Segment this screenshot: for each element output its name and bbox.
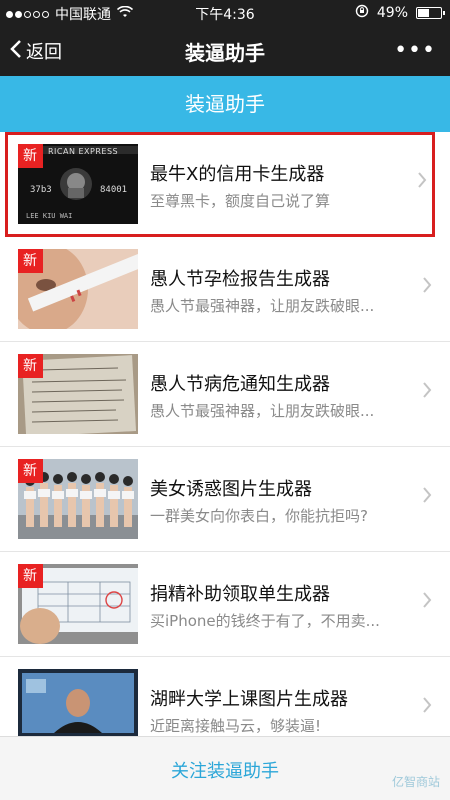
list-item-pregnancy-report[interactable]: 新 愚人节孕检报告生成器 愚人节最强神器，让朋友跌破眼... bbox=[0, 237, 450, 342]
item-title: 捐精补助领取单生成器 bbox=[150, 584, 330, 605]
chevron-right-icon bbox=[417, 170, 427, 195]
svg-text:37b3: 37b3 bbox=[30, 185, 52, 195]
nav-bar: 返回 装逼助手 ••• bbox=[0, 24, 450, 76]
chevron-right-icon bbox=[422, 695, 432, 720]
svg-text:84001: 84001 bbox=[100, 185, 127, 195]
medical-notice-thumbnail: 新 bbox=[18, 354, 138, 434]
item-subtitle: 买iPhone的钱终于有了，不用卖... bbox=[150, 612, 380, 630]
new-badge: 新 bbox=[18, 459, 43, 483]
battery-icon bbox=[416, 7, 445, 19]
follow-account-button[interactable]: 关注装逼助手 bbox=[0, 757, 450, 783]
status-bar: 中国联通 下午4:36 49% bbox=[0, 0, 450, 24]
chevron-right-icon bbox=[422, 590, 432, 615]
item-title: 湖畔大学上课图片生成器 bbox=[150, 689, 348, 710]
item-title: 美女诱惑图片生成器 bbox=[150, 479, 312, 500]
credit-card-thumbnail: 37b3 84001 LEE KIU WAI RICAN EXPRESS 新 bbox=[18, 144, 138, 224]
chevron-right-icon bbox=[422, 380, 432, 405]
card-brand-text: RICAN EXPRESS bbox=[48, 147, 119, 156]
item-subtitle: 近距离接触马云，够装逼! bbox=[150, 717, 322, 735]
receipt-thumbnail: 新 bbox=[18, 564, 138, 644]
more-button[interactable]: ••• bbox=[394, 38, 436, 63]
item-title: 愚人节病危通知生成器 bbox=[150, 374, 330, 395]
pregnancy-test-thumbnail: 新 bbox=[18, 249, 138, 329]
generator-list: 37b3 84001 LEE KIU WAI RICAN EXPRESS 新 最… bbox=[0, 132, 450, 762]
list-item-critical-notice[interactable]: 新 愚人节病危通知生成器 愚人节最强神器，让朋友跌破眼... bbox=[0, 342, 450, 447]
chevron-right-icon bbox=[422, 485, 432, 510]
site-watermark: 亿智商站 bbox=[391, 775, 440, 789]
page-title: 装逼助手 bbox=[185, 41, 265, 65]
list-item-donation-slip[interactable]: 新 捐精补助领取单生成器 买iPhone的钱终于有了，不用卖... bbox=[0, 552, 450, 657]
item-subtitle: 至尊黑卡，额度自己说了算 bbox=[150, 192, 331, 210]
chevron-right-icon bbox=[422, 275, 432, 300]
item-title: 愚人节孕检报告生成器 bbox=[150, 269, 330, 290]
footer-bar: 关注装逼助手 亿智商站 bbox=[0, 736, 450, 800]
new-badge: 新 bbox=[18, 354, 43, 378]
item-subtitle: 愚人节最强神器，让朋友跌破眼... bbox=[150, 297, 375, 315]
new-badge: 新 bbox=[18, 249, 43, 273]
list-item-credit-card[interactable]: 37b3 84001 LEE KIU WAI RICAN EXPRESS 新 最… bbox=[5, 132, 435, 237]
item-subtitle: 一群美女向你表白，你能抗拒吗? bbox=[150, 507, 368, 525]
battery-percent: 49% bbox=[376, 5, 408, 21]
item-title: 最牛X的信用卡生成器 bbox=[150, 164, 325, 185]
account-banner: 装逼助手 bbox=[0, 76, 450, 132]
status-right: 49% bbox=[355, 4, 445, 22]
group-photo-thumbnail: 新 bbox=[18, 459, 138, 539]
item-subtitle: 愚人节最强神器，让朋友跌破眼... bbox=[150, 402, 375, 420]
rotation-lock-icon bbox=[355, 4, 369, 22]
new-badge: 新 bbox=[18, 564, 43, 588]
list-item-beauty-picture[interactable]: 新 美女诱惑图片生成器 一群美女向你表白，你能抗拒吗? bbox=[0, 447, 450, 552]
new-badge: 新 bbox=[18, 144, 43, 168]
battery-fill bbox=[418, 9, 429, 17]
svg-text:LEE KIU WAI: LEE KIU WAI bbox=[26, 212, 72, 220]
